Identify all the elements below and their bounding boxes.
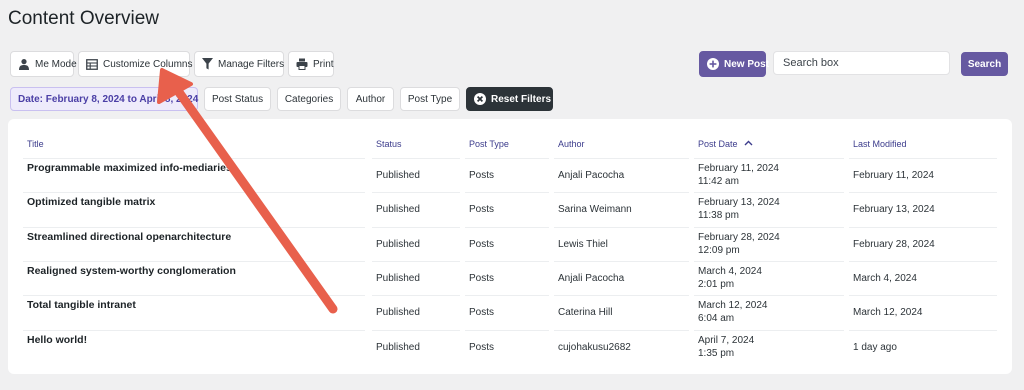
search-button[interactable]: Search [961,52,1008,76]
post-date: February 11, 2024 [698,163,779,174]
cell-post-type: Posts [469,238,495,250]
post-date: April 7, 2024 [698,334,755,346]
post-time: 1:35 pm [698,347,735,359]
date-range-filter[interactable]: Date: February 8, 2024 to April 8, 2024 [10,87,198,111]
plus-circle-icon [707,58,719,70]
search-input[interactable] [773,51,950,75]
cell-status: Published [376,238,420,250]
author-filter-label: Author [355,93,386,105]
cell-status: Published [376,341,420,353]
table-icon [86,58,98,70]
categories-filter[interactable]: Categories [277,87,341,111]
new-post-label: New Post [724,58,770,70]
customize-columns-button[interactable]: Customize Columns [78,51,193,77]
column-header-last-modified[interactable]: Last Modified [853,139,907,149]
column-header-post-type[interactable]: Post Type [469,139,509,149]
column-header-status[interactable]: Status [376,139,402,149]
funnel-icon [202,58,213,70]
post-date: March 12, 2024 [698,300,768,312]
post-status-filter-label: Post Status [211,93,264,105]
post-type-filter-label: Post Type [407,93,453,105]
customize-columns-label: Customize Columns [103,58,193,70]
manage-filters-label: Manage Filters [218,58,285,70]
categories-filter-label: Categories [284,93,334,105]
post-time: 11:42 am [698,176,739,187]
post-title[interactable]: Total tangible intranet [27,299,136,312]
column-header-title[interactable]: Title [27,139,44,149]
page-title: Content Overview [8,8,160,29]
cell-author: cujohakusu2682 [558,341,631,353]
column-header-author[interactable]: Author [558,139,585,149]
post-title[interactable]: Programmable maximized info-mediaries [27,162,232,175]
table-row[interactable] [23,192,997,226]
close-circle-icon [474,93,486,105]
cell-modified: February 13, 2024 [853,204,935,216]
user-icon [19,59,29,70]
table-row[interactable] [23,330,997,364]
print-label: Print [313,58,334,70]
cell-modified: February 28, 2024 [853,238,935,250]
cell-author: Lewis Thiel [558,238,608,250]
me-mode-button[interactable]: Me Mode [10,51,77,77]
cell-post-type: Posts [469,170,495,181]
printer-icon [296,58,308,70]
search-label: Search [967,58,1002,70]
column-header-post-date[interactable]: Post Date [698,139,753,149]
chevron-up-icon [744,140,753,146]
post-status-filter[interactable]: Post Status [204,87,271,111]
post-title[interactable]: Streamlined directional openarchitecture [27,231,231,244]
post-date: February 28, 2024 [698,231,780,243]
post-date: March 4, 2024 [698,265,762,277]
cell-author: Caterina Hill [558,307,613,319]
cell-status: Published [376,204,420,216]
post-title[interactable]: Optimized tangible matrix [27,196,155,209]
cell-post-type: Posts [469,204,495,216]
post-date: February 13, 2024 [698,197,780,209]
cell-author: Sarina Weimann [558,204,632,216]
cell-author: Anjali Pacocha [558,170,625,181]
column-header-post-date-label: Post Date [698,139,738,149]
post-time: 11:38 pm [698,210,739,222]
post-type-filter[interactable]: Post Type [400,87,460,111]
cell-author: Anjali Pacocha [558,272,625,284]
content-table: Title Status Post Type Author Post Date … [8,119,1012,374]
cell-post-type: Posts [469,272,495,284]
cell-modified: February 11, 2024 [853,170,934,181]
post-time: 12:09 pm [698,244,740,256]
me-mode-label: Me Mode [35,58,77,70]
reset-filters-label: Reset Filters [491,93,552,105]
post-time: 2:01 pm [698,278,735,290]
table-row[interactable] [23,295,997,329]
reset-filters-button[interactable]: Reset Filters [466,87,553,111]
cell-status: Published [376,307,420,319]
print-button[interactable]: Print [288,51,334,77]
cell-post-type: Posts [469,341,495,353]
cell-modified: March 12, 2024 [853,307,923,319]
post-time: 6:04 am [698,313,735,325]
cell-post-type: Posts [469,307,495,319]
cell-modified: 1 day ago [853,341,897,353]
cell-modified: March 4, 2024 [853,272,917,284]
cell-status: Published [376,170,420,181]
author-filter[interactable]: Author [347,87,394,111]
manage-filters-button[interactable]: Manage Filters [194,51,284,77]
post-title[interactable]: Realigned system-worthy conglomeration [27,265,236,278]
date-range-label: Date: February 8, 2024 to April 8, 2024 [18,93,199,105]
cell-status: Published [376,272,420,284]
new-post-button[interactable]: New Post [699,51,770,77]
post-title[interactable]: Hello world! [27,334,87,347]
